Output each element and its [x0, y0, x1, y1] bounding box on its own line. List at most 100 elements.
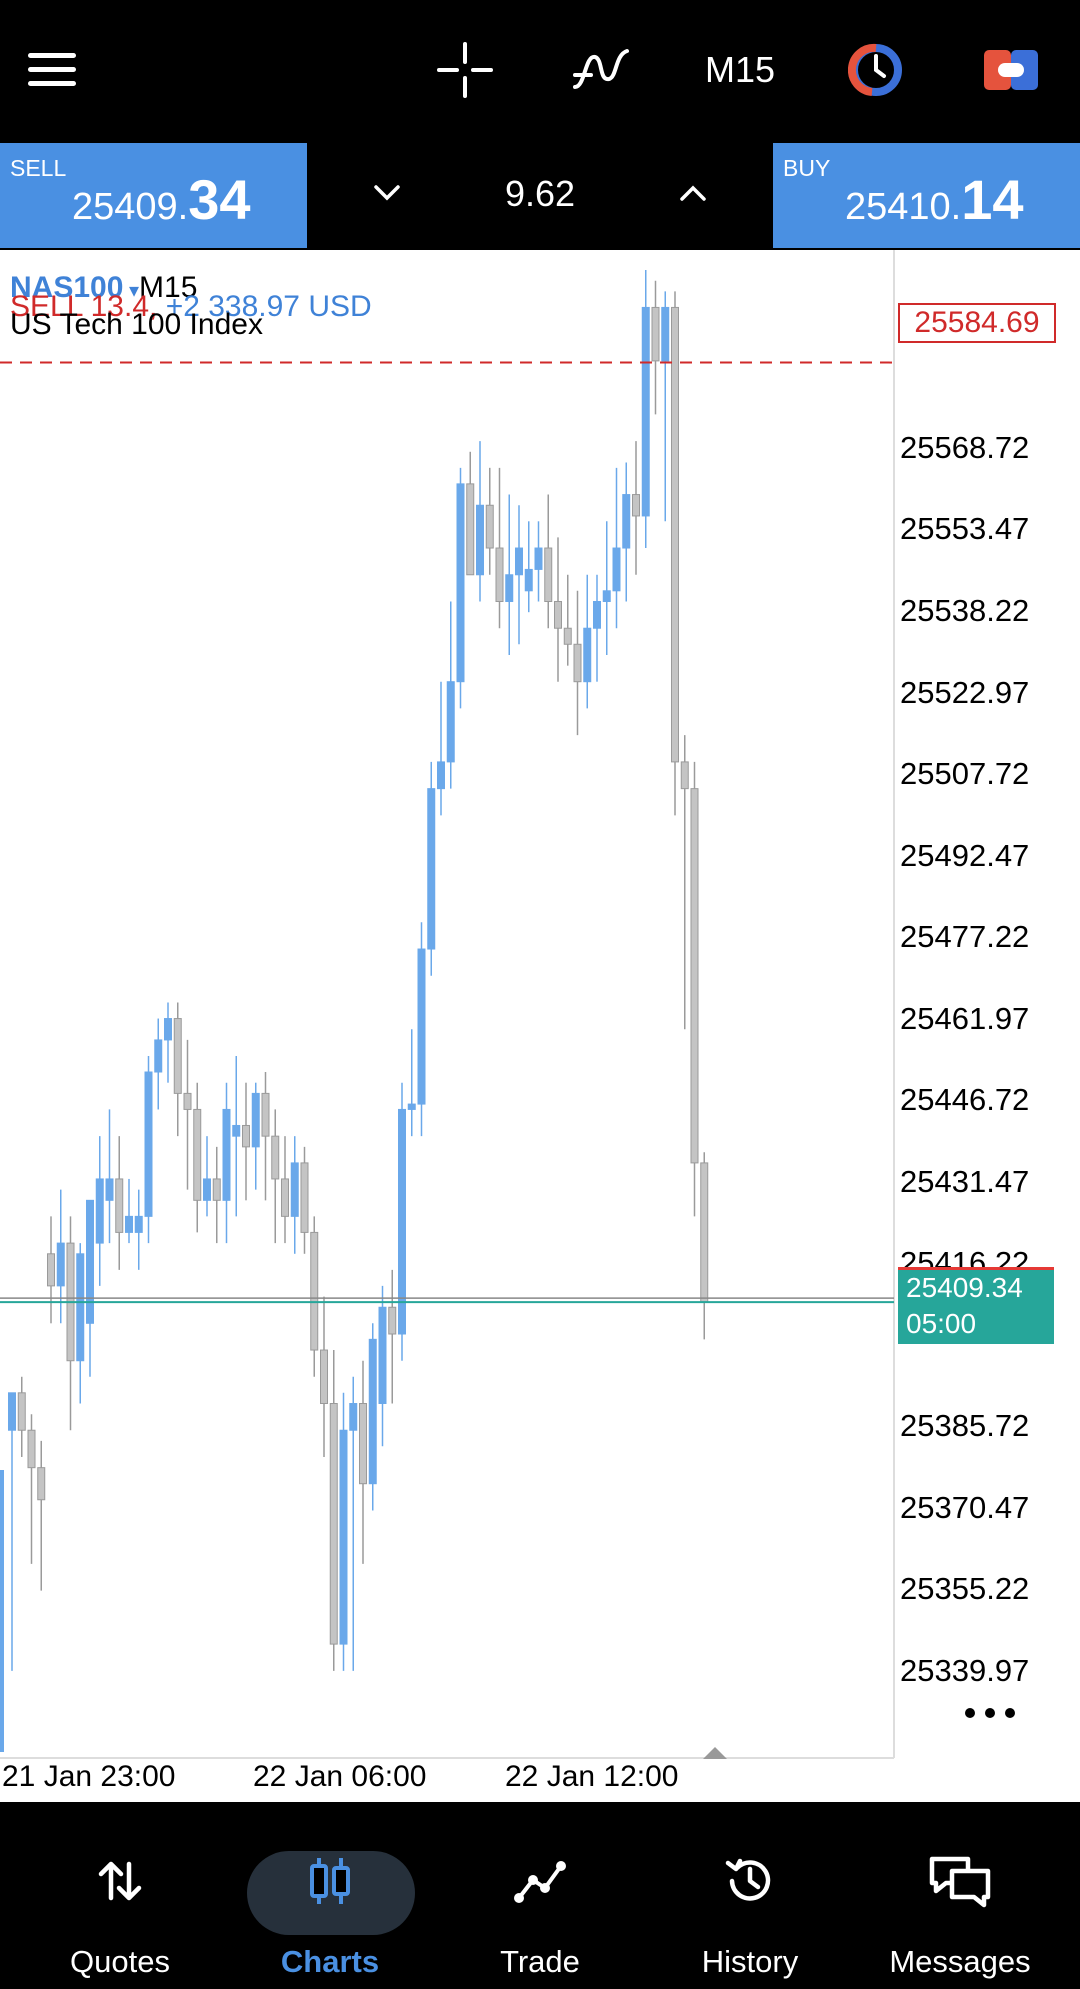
- price-axis-label: 25538.22: [900, 593, 1030, 628]
- indicator-icon[interactable]: [566, 30, 636, 110]
- candle-body: [544, 547, 553, 602]
- candle-body: [505, 574, 514, 602]
- candle-body: [661, 306, 670, 362]
- candle-body: [105, 1178, 114, 1201]
- candle-body: [339, 1429, 348, 1645]
- candle-body: [193, 1108, 202, 1201]
- sell-button[interactable]: SELL 25409.34: [0, 143, 307, 248]
- tab-label: Trade: [500, 1944, 580, 1979]
- candle-body: [27, 1429, 36, 1469]
- trade-icon: [500, 1846, 580, 1916]
- timeframe-selector[interactable]: M15: [690, 30, 790, 110]
- candle-body: [125, 1215, 133, 1233]
- candle-body: [56, 1242, 65, 1287]
- candle-body: [417, 948, 426, 1105]
- one-click-trading-icon[interactable]: [982, 30, 1040, 110]
- buy-price: 25410.14: [845, 168, 1024, 231]
- price-axis-label: 25370.47: [900, 1489, 1030, 1525]
- time-axis-label: 22 Jan 12:00: [505, 1760, 679, 1793]
- candle-body: [407, 1103, 416, 1110]
- candle-body: [290, 1162, 299, 1217]
- candle-body: [495, 547, 504, 602]
- price-axis-label: 25385.72: [900, 1408, 1030, 1444]
- candle-body: [554, 600, 562, 629]
- more-icon[interactable]: [960, 1703, 1020, 1723]
- candle-body: [173, 1018, 182, 1094]
- candle-body: [115, 1178, 124, 1233]
- bar-countdown: 05:00: [906, 1308, 977, 1339]
- price-chart[interactable]: NAS100 ▾M15 SELL 13.4, +2 338.97 USD US …: [0, 250, 1080, 1802]
- candle-body: [164, 1018, 172, 1041]
- candle-body: [261, 1092, 270, 1137]
- time-axis-label: 21 Jan 23:00: [2, 1760, 176, 1793]
- candle-body: [320, 1349, 328, 1405]
- price-axis-label: 25446.72: [900, 1082, 1030, 1118]
- candle-body: [144, 1071, 153, 1217]
- candle-body: [310, 1231, 319, 1351]
- crosshair-icon[interactable]: [430, 30, 500, 110]
- candle-body: [671, 306, 679, 763]
- tab-trade[interactable]: Trade: [440, 1802, 640, 1989]
- chart-scroll-handle[interactable]: [703, 1747, 727, 1759]
- price-axis-label: 25522.97: [900, 674, 1030, 710]
- candle-body: [632, 494, 640, 517]
- price-axis-label: 25553.47: [900, 511, 1030, 547]
- candle-body: [583, 627, 592, 683]
- bottom-navigation: Quotes Charts Trade History Messages: [0, 1802, 1080, 1989]
- sell-label: SELL: [10, 155, 67, 181]
- price-bar: SELL 25409.34 9.62 BUY 25410.14: [0, 143, 1080, 250]
- candle-body: [563, 627, 572, 645]
- symbol-description: US Tech 100 Index: [10, 308, 263, 341]
- tab-charts[interactable]: Charts: [230, 1802, 430, 1989]
- price-axis-label: 25461.97: [900, 1000, 1030, 1036]
- price-axis-label: 25507.72: [900, 756, 1030, 792]
- volume-value[interactable]: 9.62: [460, 173, 620, 215]
- candle-body: [349, 1403, 358, 1431]
- volume-decrease-icon[interactable]: [372, 173, 402, 213]
- price-axis-label: 25477.22: [900, 919, 1030, 955]
- bid-price-tag: 25409.34 05:00: [898, 1270, 1054, 1344]
- price-axis-label: 25355.22: [900, 1571, 1030, 1607]
- tab-label: History: [701, 1944, 799, 1979]
- candle-body: [388, 1306, 397, 1335]
- clock-icon[interactable]: [846, 30, 906, 110]
- candle-body: [427, 788, 436, 950]
- candle-body: [212, 1178, 221, 1201]
- candle-body: [515, 547, 523, 576]
- candle-body: [47, 1253, 55, 1287]
- history-icon: [710, 1846, 790, 1916]
- top-toolbar: M15: [0, 0, 1080, 143]
- buy-button[interactable]: BUY 25410.14: [773, 143, 1080, 248]
- quotes-icon: [80, 1846, 160, 1916]
- candle-body: [534, 547, 543, 570]
- price-axis-label: 25339.97: [900, 1652, 1030, 1688]
- candle-body: [232, 1124, 241, 1137]
- price-axis-label: 25492.47: [900, 837, 1030, 873]
- candle-body: [8, 1392, 16, 1431]
- tab-quotes[interactable]: Quotes: [20, 1802, 220, 1989]
- tab-messages[interactable]: Messages: [860, 1802, 1060, 1989]
- candle-body: [446, 681, 455, 763]
- trade-price-tag: 25584.69: [898, 303, 1056, 343]
- candle-body: [485, 504, 494, 549]
- candle-body: [183, 1092, 192, 1110]
- candle-body: [329, 1403, 338, 1645]
- tab-label: Messages: [889, 1944, 1031, 1979]
- messages-icon: [920, 1846, 1000, 1916]
- candle-body: [222, 1108, 231, 1201]
- sell-price: 25409.34: [72, 168, 251, 231]
- tab-history[interactable]: History: [650, 1802, 850, 1989]
- menu-icon[interactable]: [26, 30, 80, 110]
- candle-body: [154, 1039, 163, 1073]
- candle-body: [622, 494, 631, 549]
- candle-body: [593, 600, 601, 629]
- candle-body: [651, 306, 660, 362]
- candle-body: [76, 1253, 85, 1362]
- candle-body: [524, 568, 533, 592]
- candle-body: [680, 761, 689, 790]
- tab-label: Charts: [280, 1944, 380, 1979]
- candle-body: [95, 1178, 104, 1244]
- candle-body: [251, 1092, 260, 1148]
- volume-increase-icon[interactable]: [678, 173, 708, 213]
- candle-body: [700, 1162, 709, 1303]
